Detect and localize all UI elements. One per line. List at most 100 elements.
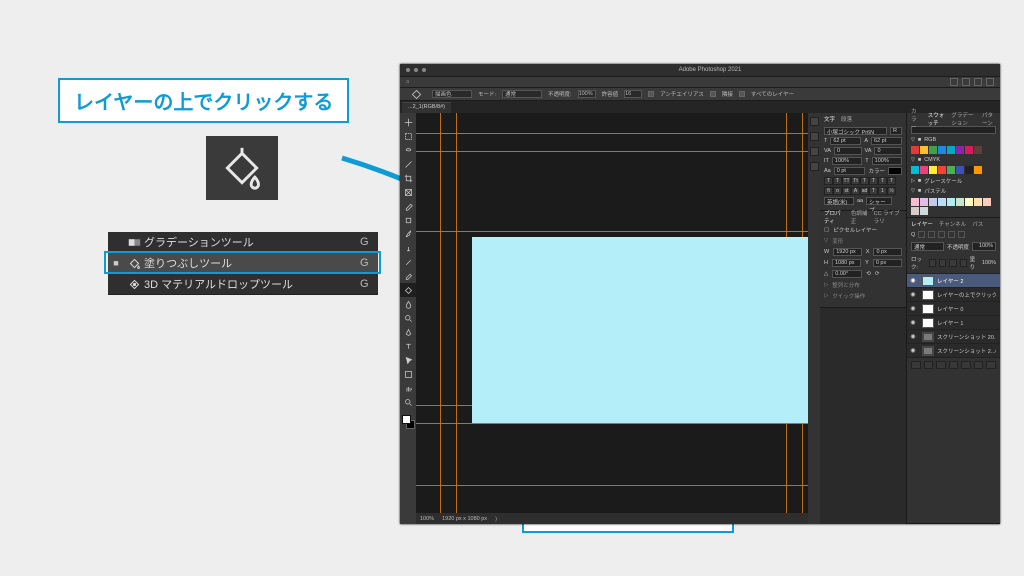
path-select-tool[interactable] <box>400 353 416 367</box>
tab-adjustments[interactable]: 色調補正 <box>851 209 868 225</box>
visibility-toggle[interactable]: ◉ <box>907 319 919 326</box>
filter-smart-icon[interactable] <box>958 231 965 238</box>
layer-fx-button[interactable] <box>924 361 934 369</box>
swatch[interactable] <box>920 198 928 206</box>
magic-wand-tool[interactable] <box>400 157 416 171</box>
lasso-tool[interactable] <box>400 143 416 157</box>
new-layer-button[interactable] <box>974 361 984 369</box>
swatch[interactable] <box>911 198 919 206</box>
frame-tool[interactable] <box>400 185 416 199</box>
swatch[interactable] <box>929 146 937 154</box>
all-layers-checkbox[interactable] <box>739 91 745 97</box>
opacity-input[interactable]: 100% <box>972 242 996 251</box>
shape-tool[interactable] <box>400 367 416 381</box>
blur-tool[interactable] <box>400 297 416 311</box>
swatch[interactable] <box>938 166 946 174</box>
swatch[interactable] <box>965 166 973 174</box>
swatch-folder[interactable]: ▷■グレースケール <box>907 176 1000 186</box>
contiguous-checkbox[interactable] <box>710 91 716 97</box>
type-style-buttons[interactable]: TTTTTtTTTT <box>824 177 902 185</box>
tab-channels[interactable]: チャンネル <box>939 220 966 228</box>
lock-position-icon[interactable] <box>949 259 956 267</box>
swatch[interactable] <box>956 146 964 154</box>
swatch[interactable] <box>911 166 919 174</box>
filter-type-icon[interactable] <box>938 231 945 238</box>
crop-tool[interactable] <box>400 171 416 185</box>
layer-row[interactable]: ◉レイヤー 1 <box>907 315 1000 329</box>
swatch[interactable] <box>974 198 982 206</box>
move-tool[interactable] <box>400 115 416 129</box>
swatch[interactable] <box>920 166 928 174</box>
vscale-input[interactable]: 100% <box>832 157 862 165</box>
font-weight-select[interactable]: R <box>890 127 902 135</box>
tab-character[interactable]: 文字 <box>824 115 835 123</box>
lang-select[interactable]: 英語(米) <box>824 197 854 205</box>
layer-row[interactable]: ◉スクリーンショット 2...0.05 20.39.16 <box>907 343 1000 357</box>
antialiasing-select[interactable]: シャープ <box>866 197 892 205</box>
color-swatch[interactable] <box>400 413 416 435</box>
layer-row[interactable]: ◉レイヤー 0 <box>907 301 1000 315</box>
canvas-area[interactable]: 100% 1920 px x 1080 px 〉 <box>416 113 808 524</box>
flyout-item-3d-material[interactable]: 3D マテリアルドロップツール G <box>108 274 378 295</box>
document-tab[interactable]: ...2_1(RGB/8#) <box>402 102 451 113</box>
prop-x-input[interactable]: 0 px <box>873 248 902 256</box>
document-tabs[interactable]: ...2_1(RGB/8#) <box>400 101 1000 113</box>
prop-h-input[interactable]: 1080 px <box>832 259 861 267</box>
lock-all-icon[interactable] <box>960 259 967 267</box>
eyedropper-tool[interactable] <box>400 199 416 213</box>
flyout-item-paint-bucket[interactable]: ■ 塗りつぶしツール G <box>108 253 378 274</box>
hscale-input[interactable]: 100% <box>872 157 902 165</box>
swatch[interactable] <box>974 166 982 174</box>
prop-y-input[interactable]: 0 px <box>873 259 902 267</box>
panel-dock-strip[interactable] <box>808 113 820 524</box>
zoom-tool[interactable] <box>400 395 416 409</box>
stamp-tool[interactable] <box>400 241 416 255</box>
prop-w-input[interactable]: 1920 px <box>833 248 862 256</box>
kerning-input[interactable]: 0 <box>874 147 902 155</box>
layer-row[interactable]: ◉レイヤーの上でクリックする <box>907 287 1000 301</box>
tab-paragraph[interactable]: 段落 <box>841 115 852 123</box>
blend-mode-select[interactable]: 通常 <box>911 242 944 251</box>
filter-adj-icon[interactable] <box>928 231 935 238</box>
tab-patterns[interactable]: パターン <box>982 111 996 127</box>
dodge-tool[interactable] <box>400 311 416 325</box>
layer-mask-button[interactable] <box>936 361 946 369</box>
visibility-toggle[interactable]: ◉ <box>907 277 919 284</box>
visibility-toggle[interactable]: ◉ <box>907 347 919 354</box>
font-select[interactable]: 小塚ゴシック Pr6N <box>824 127 887 135</box>
tab-gradients[interactable]: グラデーション <box>951 111 976 127</box>
home-icon[interactable]: ⌂ <box>406 79 409 85</box>
swatch-search-input[interactable] <box>911 126 996 134</box>
baseline-input[interactable]: 0 pt <box>834 167 866 175</box>
tab-color[interactable]: カラー <box>911 107 922 131</box>
swatch-folder[interactable]: ▽■CMYK <box>907 156 1000 164</box>
options-bar[interactable]: 描画色 モード: 通常 不透明度: 100% 許容値 16 アンチエイリアス 隣… <box>400 88 1000 101</box>
text-color-swatch[interactable] <box>888 167 902 175</box>
flyout-item-gradient[interactable]: グラデーションツール G <box>108 232 378 253</box>
prop-angle-input[interactable]: 0.00° <box>832 270 862 278</box>
font-size-input[interactable]: 62 pt <box>830 137 861 145</box>
swatch-folder[interactable]: ▽■RGB <box>907 136 1000 144</box>
mode-select[interactable]: 通常 <box>502 90 542 98</box>
brush-tool[interactable] <box>400 227 416 241</box>
swatch[interactable] <box>974 146 982 154</box>
opacity-input[interactable]: 100% <box>578 90 596 98</box>
swatch-folder[interactable]: ▽■パステル <box>907 186 1000 196</box>
lock-pixels-icon[interactable] <box>939 259 946 267</box>
lock-transparency-icon[interactable] <box>929 259 936 267</box>
delete-layer-button[interactable] <box>986 361 996 369</box>
new-group-button[interactable] <box>961 361 971 369</box>
visibility-toggle[interactable]: ◉ <box>907 305 919 312</box>
tab-swatches[interactable]: スウォッチ <box>928 111 946 127</box>
eraser-tool[interactable] <box>400 269 416 283</box>
swatch[interactable] <box>929 166 937 174</box>
swatch[interactable] <box>911 207 919 215</box>
menu-bar[interactable]: ⌂ <box>400 77 1000 88</box>
swatch[interactable] <box>938 198 946 206</box>
swatch[interactable] <box>920 146 928 154</box>
filter-shape-icon[interactable] <box>948 231 955 238</box>
healing-tool[interactable] <box>400 213 416 227</box>
swatch[interactable] <box>938 146 946 154</box>
paint-bucket-tool[interactable] <box>400 283 416 297</box>
swatch[interactable] <box>956 166 964 174</box>
